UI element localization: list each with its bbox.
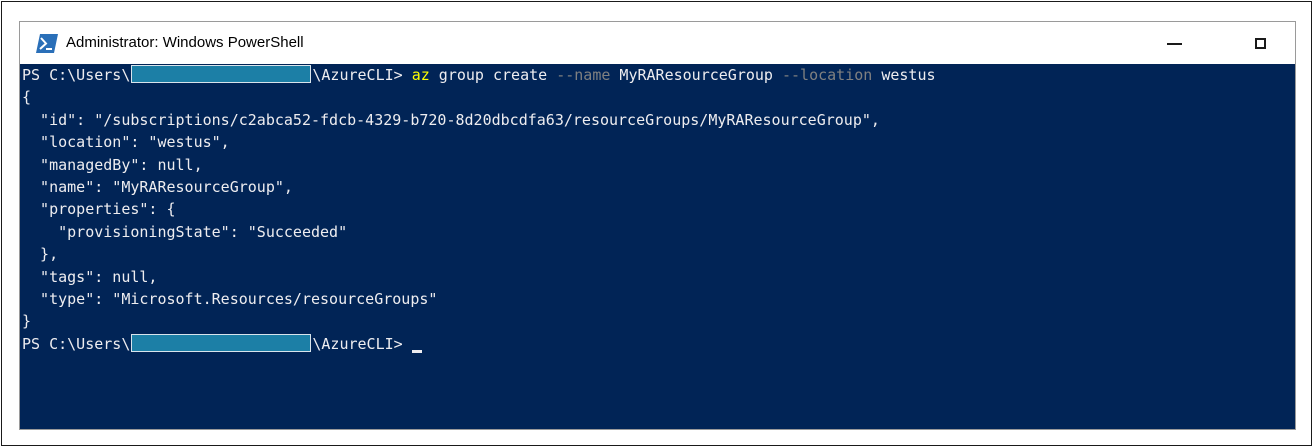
prompt-prefix: PS C:\Users\ <box>22 66 131 84</box>
text-cursor <box>411 349 422 353</box>
output-line: "provisioningState": "Succeeded" <box>22 222 348 241</box>
maximize-icon <box>1254 37 1266 49</box>
output-line: { <box>22 88 32 107</box>
output-line: "type": "Microsoft.Resources/resourceGro… <box>22 289 438 308</box>
minimize-button[interactable] <box>1151 22 1197 64</box>
param-name: --name <box>556 66 611 84</box>
output-line: }, <box>22 245 59 264</box>
output-line: } <box>22 312 32 331</box>
prompt-prefix: PS C:\Users\ <box>22 334 131 353</box>
powershell-window: Administrator: Windows PowerShell PS C:\… <box>19 21 1296 430</box>
prompt-line[interactable]: PS C:\Users\ \AzureCLI> <box>22 333 1295 355</box>
command-line: PS C:\Users\ \AzureCLI> az group create -… <box>22 64 1295 86</box>
param-location: --location <box>782 66 873 84</box>
redacted-username <box>131 65 312 83</box>
console-output[interactable]: PS C:\Users\ \AzureCLI> az group create -… <box>20 64 1295 429</box>
prompt-suffix: \AzureCLI> <box>312 66 412 84</box>
prompt-suffix: \AzureCLI> <box>312 334 412 353</box>
param-name-value: MyRAResourceGroup <box>610 66 782 84</box>
output-line: "managedBy": null, <box>22 155 203 174</box>
output-line: "id": "/subscriptions/c2abca52-fdcb-4329… <box>22 110 880 129</box>
command-name: az <box>411 66 430 84</box>
window-title: Administrator: Windows PowerShell <box>66 34 304 51</box>
output-line: "name": "MyRAResourceGroup", <box>22 177 293 196</box>
powershell-icon <box>36 34 58 53</box>
title-bar[interactable]: Administrator: Windows PowerShell <box>20 22 1295 64</box>
output-line: "location": "westus", <box>22 133 230 152</box>
output-line: "properties": { <box>22 200 176 219</box>
maximize-button[interactable] <box>1237 22 1283 64</box>
screenshot-frame: Administrator: Windows PowerShell PS C:\… <box>1 1 1312 446</box>
output-line: "tags": null, <box>22 267 158 286</box>
redacted-username <box>131 333 312 352</box>
param-location-value: westus <box>872 66 936 84</box>
command-args: group create <box>429 66 557 84</box>
minimize-icon <box>1166 43 1182 45</box>
